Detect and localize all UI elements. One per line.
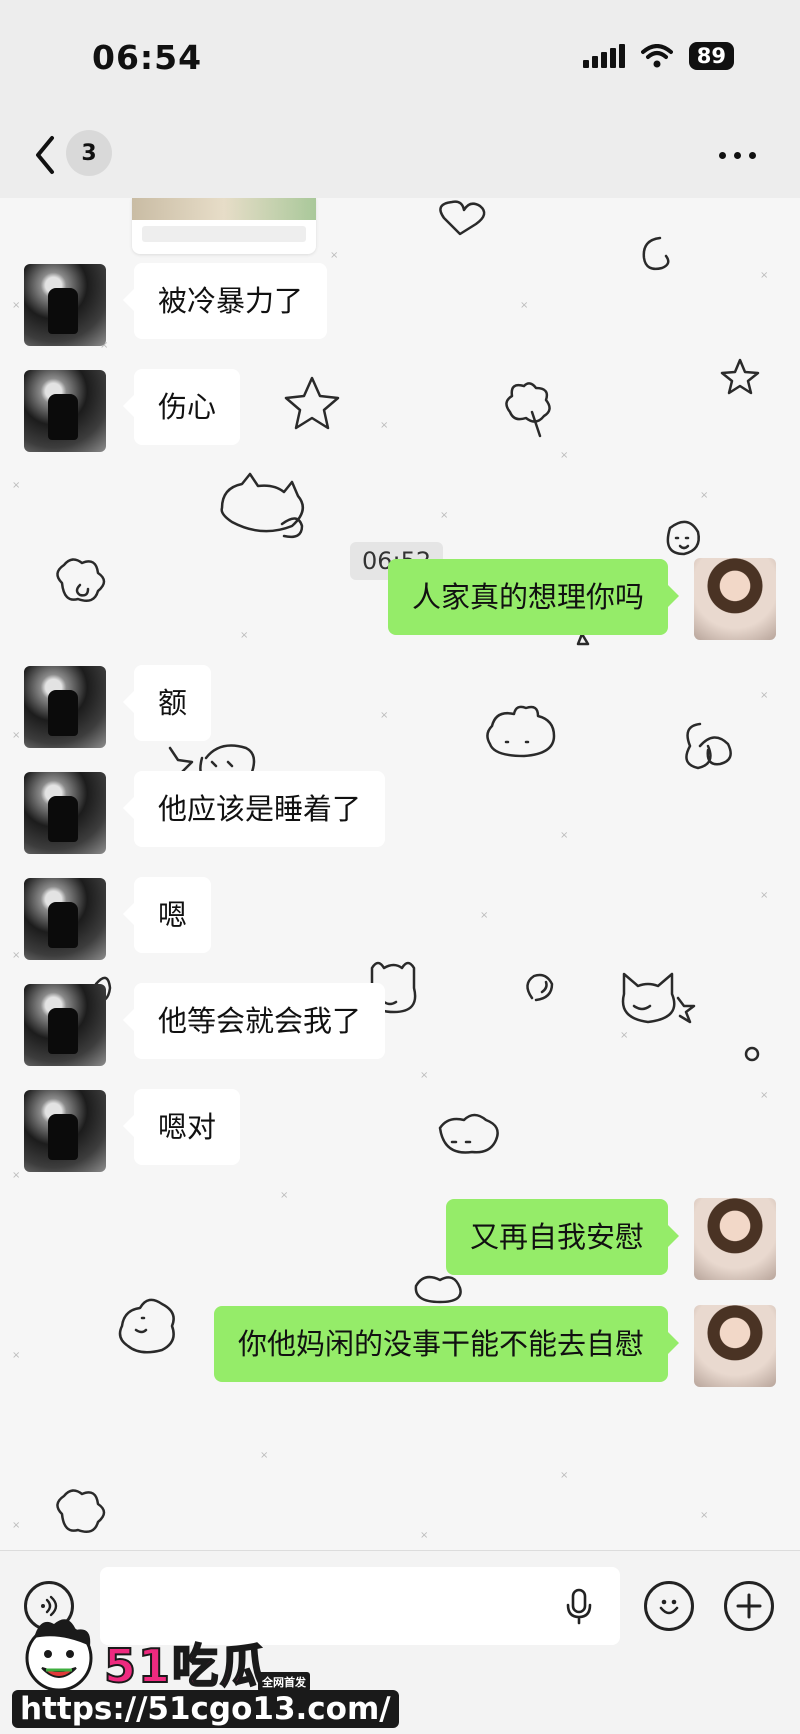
svg-text:×: × [480, 910, 488, 921]
svg-text:×: × [440, 510, 448, 521]
my-avatar[interactable] [694, 1305, 776, 1387]
emoji-icon[interactable] [644, 1581, 694, 1631]
svg-text:×: × [700, 1510, 708, 1521]
friend-avatar[interactable] [24, 264, 106, 346]
watermark-url: https://51cgo13.com/ [12, 1690, 399, 1728]
svg-text:×: × [420, 1530, 428, 1541]
watermark-mascot [25, 1619, 93, 1692]
message-bubble-outgoing[interactable]: 你他妈闲的没事干能不能去自慰 [213, 1306, 680, 1383]
svg-text:×: × [330, 250, 338, 261]
back-icon[interactable] [30, 132, 60, 178]
unread-count-badge[interactable]: 3 [66, 130, 112, 176]
svg-text:×: × [12, 1170, 20, 1181]
watermark-brand: 51吃瓜 [103, 1638, 269, 1694]
svg-text:×: × [240, 630, 248, 641]
svg-text:×: × [380, 710, 388, 721]
svg-text:×: × [760, 690, 768, 701]
friend-avatar[interactable] [24, 772, 106, 854]
svg-text:×: × [520, 300, 528, 311]
svg-text:×: × [420, 1070, 428, 1081]
more-icon[interactable] [710, 140, 764, 170]
svg-text:×: × [380, 420, 388, 431]
message-bubble-incoming[interactable]: 他等会就会我了 [122, 983, 386, 1060]
shared-screenshot-thumbnail[interactable] [132, 198, 316, 254]
message-bubble-incoming[interactable]: 伤心 [122, 369, 241, 446]
friend-avatar[interactable] [24, 1090, 106, 1172]
friend-avatar[interactable] [24, 984, 106, 1066]
friend-avatar[interactable] [24, 666, 106, 748]
message-bubble-incoming[interactable]: 嗯 [122, 877, 212, 954]
friend-avatar[interactable] [24, 878, 106, 960]
friend-avatar[interactable] [24, 370, 106, 452]
message-bubble-outgoing[interactable]: 人家真的想理你吗 [387, 559, 680, 636]
svg-text:×: × [260, 1450, 268, 1461]
svg-text:×: × [560, 830, 568, 841]
svg-text:×: × [760, 270, 768, 281]
svg-text:×: × [280, 1190, 288, 1201]
message-bubble-incoming[interactable]: 他应该是睡着了 [122, 771, 386, 848]
svg-text:×: × [12, 300, 20, 311]
my-avatar[interactable] [694, 1198, 776, 1280]
my-avatar[interactable] [694, 558, 776, 640]
svg-text:×: × [12, 1350, 20, 1361]
svg-text:×: × [700, 490, 708, 501]
svg-text:×: × [760, 890, 768, 901]
signal-icon [582, 44, 625, 68]
svg-text:×: × [12, 950, 20, 961]
message-bubble-incoming[interactable]: 额 [122, 665, 212, 742]
svg-text:×: × [12, 1520, 20, 1531]
svg-text:×: × [560, 1470, 568, 1481]
mic-icon[interactable] [564, 1587, 594, 1627]
status-icons: 89 [582, 42, 734, 70]
svg-text:×: × [560, 450, 568, 461]
status-time: 06:54 [92, 38, 203, 77]
wifi-icon [640, 44, 673, 68]
battery-icon: 89 [688, 42, 734, 70]
svg-text:×: × [12, 730, 20, 741]
message-bubble-incoming[interactable]: 被冷暴力了 [122, 263, 328, 340]
svg-text:×: × [12, 480, 20, 491]
svg-text:×: × [620, 1030, 628, 1041]
message-bubble-incoming[interactable]: 嗯对 [122, 1089, 241, 1166]
watermark-tag: 全网首发 [258, 1672, 310, 1692]
add-icon[interactable] [724, 1581, 774, 1631]
svg-text:×: × [760, 1090, 768, 1101]
message-bubble-outgoing[interactable]: 又再自我安慰 [445, 1199, 680, 1276]
top-bar: 06:54 89 3 [0, 0, 800, 198]
chat-area[interactable]: ××××× ××××× ××××× ××××× ××××× ××××× ×××× [0, 198, 800, 1550]
